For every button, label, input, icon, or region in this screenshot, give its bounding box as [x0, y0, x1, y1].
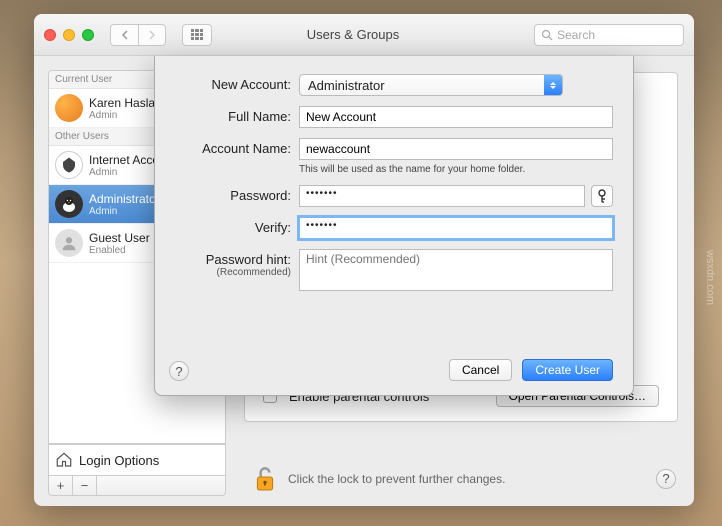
remove-user-button[interactable]: −: [73, 476, 97, 495]
account-type-value: Administrator: [308, 78, 385, 93]
add-user-button[interactable]: +: [49, 476, 73, 495]
avatar: [55, 151, 83, 179]
add-remove-bar: + −: [48, 476, 226, 496]
search-placeholder: Search: [557, 28, 595, 42]
account-name-hint: This will be used as the name for your h…: [299, 164, 613, 175]
lock-icon[interactable]: [252, 464, 278, 494]
full-name-input[interactable]: [299, 106, 613, 128]
password-hint-input[interactable]: [299, 249, 613, 291]
label-password-hint: Password hint: (Recommended): [163, 249, 291, 278]
create-user-button[interactable]: Create User: [522, 359, 613, 381]
forward-button[interactable]: [138, 24, 166, 46]
verify-input[interactable]: •••••••: [299, 217, 613, 239]
new-account-form: New Account: Administrator Full Name: Ac…: [163, 74, 613, 351]
lock-row: Click the lock to prevent further change…: [252, 464, 676, 494]
back-button[interactable]: [110, 24, 138, 46]
label-full-name: Full Name:: [163, 106, 291, 124]
nav-buttons: [110, 24, 166, 46]
syspref-window: Users & Groups Search Current User Karen…: [34, 14, 694, 506]
account-type-select[interactable]: Administrator: [299, 74, 563, 96]
label-account-name: Account Name:: [163, 138, 291, 156]
traffic-lights: [44, 29, 94, 41]
search-input[interactable]: Search: [534, 24, 684, 46]
avatar: [55, 94, 83, 122]
account-name-input[interactable]: [299, 138, 613, 160]
help-button[interactable]: ?: [656, 469, 676, 489]
key-icon: [596, 189, 608, 203]
password-input[interactable]: •••••••: [299, 185, 585, 207]
user-name: Administrator: [89, 192, 160, 206]
zoom-icon[interactable]: [82, 29, 94, 41]
user-subtext: Admin: [89, 206, 160, 217]
new-account-sheet: New Account: Administrator Full Name: Ac…: [154, 56, 634, 396]
user-name: Guest User: [89, 231, 150, 245]
label-account-type: New Account:: [163, 74, 291, 92]
lock-text: Click the lock to prevent further change…: [288, 472, 505, 486]
search-icon: [541, 29, 553, 41]
cancel-button[interactable]: Cancel: [449, 359, 512, 381]
titlebar: Users & Groups Search: [34, 14, 694, 56]
sheet-help-button[interactable]: ?: [169, 361, 189, 381]
password-assistant-button[interactable]: [591, 185, 613, 207]
close-icon[interactable]: [44, 29, 56, 41]
user-subtext: Enabled: [89, 245, 150, 256]
sheet-footer: Cancel Create User: [163, 351, 613, 381]
label-password: Password:: [163, 185, 291, 203]
watermark-text: wsxdn.com: [704, 250, 716, 305]
home-icon: [55, 451, 73, 469]
minimize-icon[interactable]: [63, 29, 75, 41]
login-options-row[interactable]: Login Options: [48, 444, 226, 476]
window-title: Users & Groups: [200, 27, 506, 42]
avatar: [55, 190, 83, 218]
login-options-label: Login Options: [79, 453, 159, 468]
avatar: [55, 229, 83, 257]
chevron-updown-icon: [544, 75, 562, 95]
label-verify: Verify:: [163, 217, 291, 235]
